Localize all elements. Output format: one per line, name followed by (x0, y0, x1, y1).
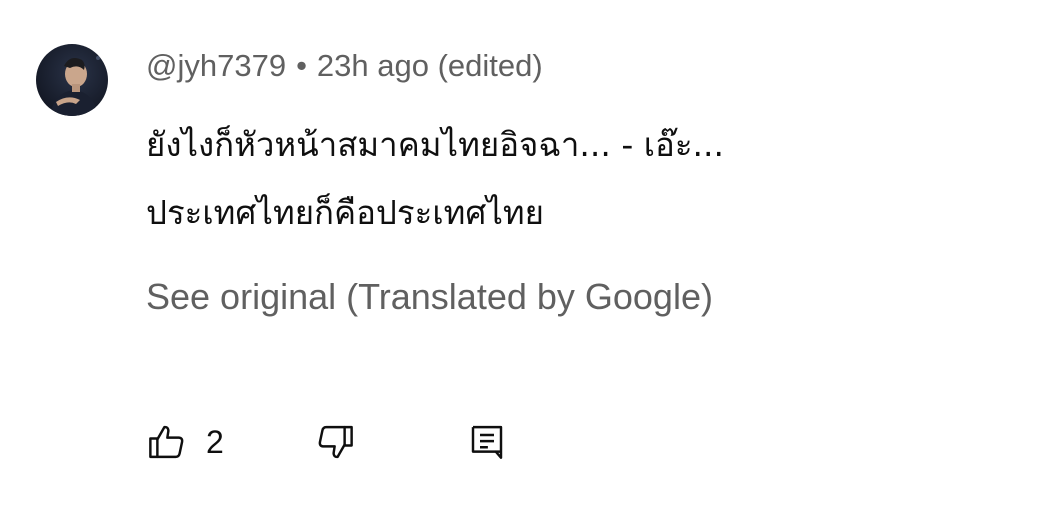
comment-actions: 2 (146, 418, 546, 466)
thumbs-up-icon (146, 421, 188, 463)
comment-text-line: ยังไงก็หัวหน้าสมาคมไทยอิจฉา... - เอ๊ะ... (146, 125, 725, 164)
dislike-button[interactable] (314, 418, 356, 466)
like-count: 2 (206, 423, 224, 460)
comment-icon (466, 421, 508, 463)
reply-button[interactable] (466, 418, 508, 466)
avatar-image (50, 56, 100, 116)
author-handle[interactable]: @jyh7379 (146, 48, 286, 83)
comment-timestamp: 23h ago (edited) (316, 48, 543, 83)
see-original-link[interactable]: See original (Translated by Google) (146, 274, 713, 320)
avatar[interactable] (36, 44, 108, 116)
comment-meta: @jyh7379 • 23h ago (edited) (146, 46, 543, 86)
comment-text: ยังไงก็หัวหน้าสมาคมไทยอิจฉา... - เอ๊ะ...… (146, 111, 1006, 247)
like-button[interactable]: 2 (146, 418, 224, 466)
meta-separator: • (296, 48, 307, 83)
comment-text-line: ประเทศไทยก็คือประเทศไทย (146, 193, 544, 232)
thumbs-down-icon (314, 421, 356, 463)
